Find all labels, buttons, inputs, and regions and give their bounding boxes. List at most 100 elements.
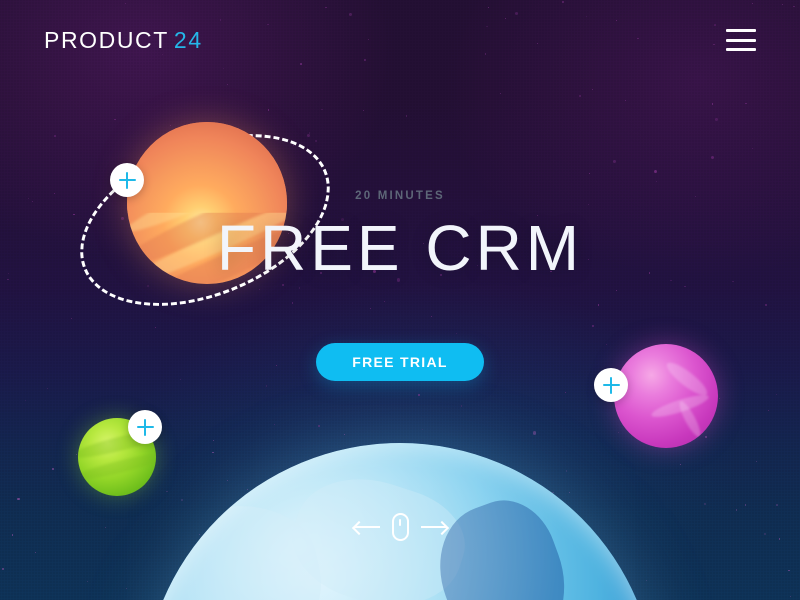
- free-trial-button[interactable]: FREE TRIAL: [316, 343, 484, 381]
- star: [694, 196, 696, 198]
- star: [396, 278, 400, 282]
- star: [25, 399, 27, 401]
- arrow-right-icon[interactable]: [420, 521, 447, 533]
- star: [788, 569, 790, 571]
- star: [597, 304, 600, 306]
- star: [405, 115, 407, 117]
- star: [120, 217, 124, 221]
- star: [649, 272, 651, 274]
- star: [320, 272, 323, 275]
- star: [363, 110, 365, 112]
- star: [212, 439, 214, 441]
- star: [550, 271, 552, 273]
- star: [616, 289, 618, 292]
- star: [73, 214, 75, 216]
- star: [170, 125, 172, 127]
- star: [212, 451, 214, 454]
- orange-planet-hotspot[interactable]: [110, 163, 144, 197]
- star: [291, 302, 293, 304]
- star: [28, 197, 30, 199]
- star: [321, 108, 323, 111]
- star: [430, 315, 432, 317]
- star: [226, 480, 228, 482]
- star: [719, 397, 721, 399]
- mouse-wheel: [399, 519, 401, 526]
- hamburger-menu-icon[interactable]: [726, 29, 756, 51]
- star: [579, 94, 582, 97]
- green-planet-hotspot[interactable]: [128, 410, 162, 444]
- star: [292, 144, 295, 147]
- hamburger-bar: [726, 48, 756, 51]
- logo-accent-text: 24: [173, 26, 203, 53]
- star: [2, 568, 4, 570]
- star: [499, 93, 502, 95]
- mouse-scroll-icon[interactable]: [391, 513, 409, 541]
- star: [617, 432, 619, 434]
- star: [612, 159, 616, 163]
- star: [309, 132, 311, 134]
- cta-container: FREE TRIAL: [0, 343, 800, 381]
- star: [656, 181, 658, 183]
- star: [307, 133, 311, 137]
- star: [564, 391, 567, 394]
- star: [418, 394, 420, 396]
- star: [75, 453, 78, 455]
- star: [703, 503, 707, 506]
- star: [383, 300, 386, 303]
- star: [735, 509, 737, 511]
- page-title: FREE CRM: [216, 212, 584, 284]
- star: [17, 497, 20, 501]
- star: [592, 88, 594, 91]
- star: [46, 387, 49, 389]
- star: [181, 499, 184, 502]
- star: [765, 304, 768, 307]
- star: [166, 491, 168, 493]
- star: [265, 385, 268, 387]
- star: [568, 491, 570, 494]
- star: [87, 580, 89, 582]
- star: [340, 218, 345, 222]
- star: [776, 504, 778, 506]
- orange-planet: [127, 122, 287, 284]
- star: [146, 285, 149, 288]
- star: [7, 272, 10, 275]
- star: [126, 588, 128, 590]
- star: [34, 552, 37, 554]
- star: [258, 289, 260, 291]
- star: [768, 409, 770, 412]
- star: [154, 327, 156, 329]
- arrow-left-icon[interactable]: [353, 521, 380, 533]
- star: [625, 99, 627, 101]
- star: [32, 200, 34, 202]
- star: [705, 436, 707, 438]
- star: [588, 204, 590, 206]
- star: [422, 428, 424, 431]
- star: [54, 135, 56, 137]
- star: [369, 307, 372, 309]
- star: [751, 148, 753, 150]
- star: [476, 264, 478, 266]
- plus-icon: [118, 171, 136, 189]
- star: [533, 431, 537, 435]
- hero-stage: PRODUCT 24 20 MINUTES FREE CRM FREE TRIAL: [0, 0, 800, 600]
- star: [226, 83, 229, 86]
- star: [456, 332, 458, 334]
- star: [372, 270, 376, 274]
- star: [314, 140, 318, 143]
- star: [318, 425, 320, 427]
- star: [755, 461, 757, 463]
- site-header: PRODUCT 24: [0, 0, 800, 80]
- star: [711, 103, 713, 105]
- logo[interactable]: PRODUCT 24: [44, 27, 203, 54]
- star: [745, 102, 747, 105]
- hamburger-bar: [726, 29, 756, 32]
- star: [70, 317, 73, 319]
- star: [423, 243, 425, 245]
- star: [267, 109, 270, 111]
- star: [114, 118, 116, 120]
- logo-text: PRODUCT: [44, 26, 169, 53]
- star: [343, 433, 346, 435]
- star: [287, 232, 289, 234]
- star: [670, 280, 672, 282]
- star: [744, 504, 746, 506]
